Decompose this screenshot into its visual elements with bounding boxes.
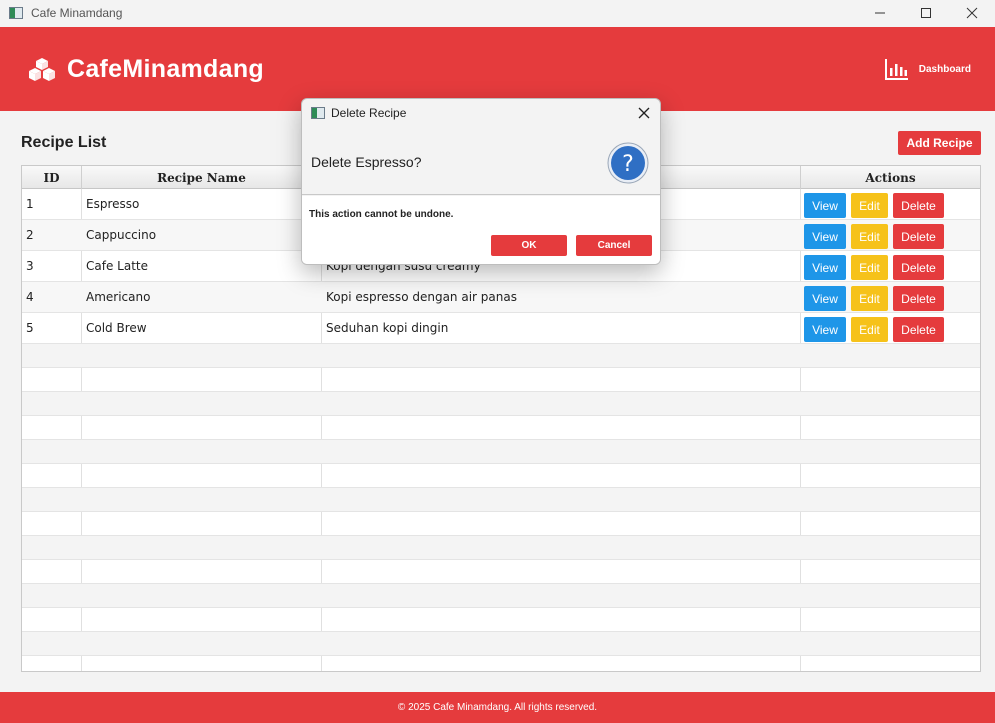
dialog-question: Delete Espresso? [311,154,422,170]
cubes-icon [29,57,55,81]
empty-row [22,632,980,656]
cell-description: Seduhan kopi dingin [326,321,449,335]
dialog-title: Delete Recipe [331,106,407,120]
dialog-header: Delete Espresso? ? [302,127,660,195]
close-icon[interactable] [949,0,995,26]
cell-recipe-name: Cappuccino [86,228,157,242]
delete-button[interactable]: Delete [893,224,944,249]
cell-id: 4 [26,290,34,304]
os-titlebar: Cafe Minamdang [0,0,995,26]
empty-row [22,440,980,464]
edit-button[interactable]: Edit [851,286,888,311]
table-row[interactable]: 4 Americano Kopi espresso dengan air pan… [22,282,980,313]
delete-button[interactable]: Delete [893,317,944,342]
window-title: Cafe Minamdang [31,6,123,20]
edit-button[interactable]: Edit [851,224,888,249]
delete-button[interactable]: Delete [893,255,944,280]
dashboard-label: Dashboard [918,63,971,75]
empty-row [22,608,980,632]
cell-id: 2 [26,228,34,242]
ok-button[interactable]: OK [491,235,567,256]
app-icon [9,7,23,19]
empty-row [22,392,980,416]
question-icon: ? [607,142,649,184]
column-header-id[interactable]: ID [22,166,82,189]
app-icon [311,107,325,119]
edit-button[interactable]: Edit [851,255,888,280]
cancel-button[interactable]: Cancel [576,235,652,256]
delete-dialog: Delete Recipe Delete Espresso? ? This ac… [301,98,661,265]
cell-id: 3 [26,259,34,273]
empty-row [22,584,980,608]
add-recipe-button[interactable]: Add Recipe [898,131,981,155]
cell-id: 1 [26,197,34,211]
cell-recipe-name: Cafe Latte [86,259,148,273]
close-icon[interactable] [636,105,652,121]
column-header-actions[interactable]: Actions [801,166,980,189]
cell-recipe-name: Espresso [86,197,140,211]
minimize-icon[interactable] [857,0,903,26]
cell-recipe-name: Cold Brew [86,321,147,335]
view-button[interactable]: View [804,286,846,311]
cell-recipe-name: Americano [86,290,151,304]
delete-button[interactable]: Delete [893,286,944,311]
svg-text:?: ? [622,152,634,177]
cell-id: 5 [26,321,34,335]
empty-row [22,560,980,584]
app-window: Cafe Minamdang CafeMinamdang Dashboard R… [0,0,995,723]
empty-row [22,344,980,368]
brand-name: CafeMinamdang [67,55,264,83]
footer: © 2025 Cafe Minamdang. All rights reserv… [0,692,995,723]
dialog-note: This action cannot be undone. [309,209,454,220]
view-button[interactable]: View [804,224,846,249]
delete-button[interactable]: Delete [893,193,944,218]
view-button[interactable]: View [804,193,846,218]
dialog-body: This action cannot be undone. OK Cancel [302,196,660,264]
empty-row [22,656,980,671]
empty-row [22,512,980,536]
table-row[interactable]: 5 Cold Brew Seduhan kopi dingin View Edi… [22,313,980,344]
brand: CafeMinamdang [28,55,264,84]
view-button[interactable]: View [804,255,846,280]
column-header-recipe-name[interactable]: Recipe Name [82,166,322,189]
empty-row [22,464,980,488]
window-controls [857,0,995,26]
cell-description: Kopi espresso dengan air panas [326,290,517,304]
dashboard-button[interactable]: Dashboard [884,58,971,80]
empty-row [22,416,980,440]
empty-row [22,536,980,560]
edit-button[interactable]: Edit [851,317,888,342]
view-button[interactable]: View [804,317,846,342]
maximize-icon[interactable] [903,0,949,26]
empty-row [22,368,980,392]
empty-row [22,488,980,512]
page-title: Recipe List [21,134,107,151]
edit-button[interactable]: Edit [851,193,888,218]
bar-chart-icon [884,59,908,80]
dialog-titlebar: Delete Recipe [302,99,660,127]
